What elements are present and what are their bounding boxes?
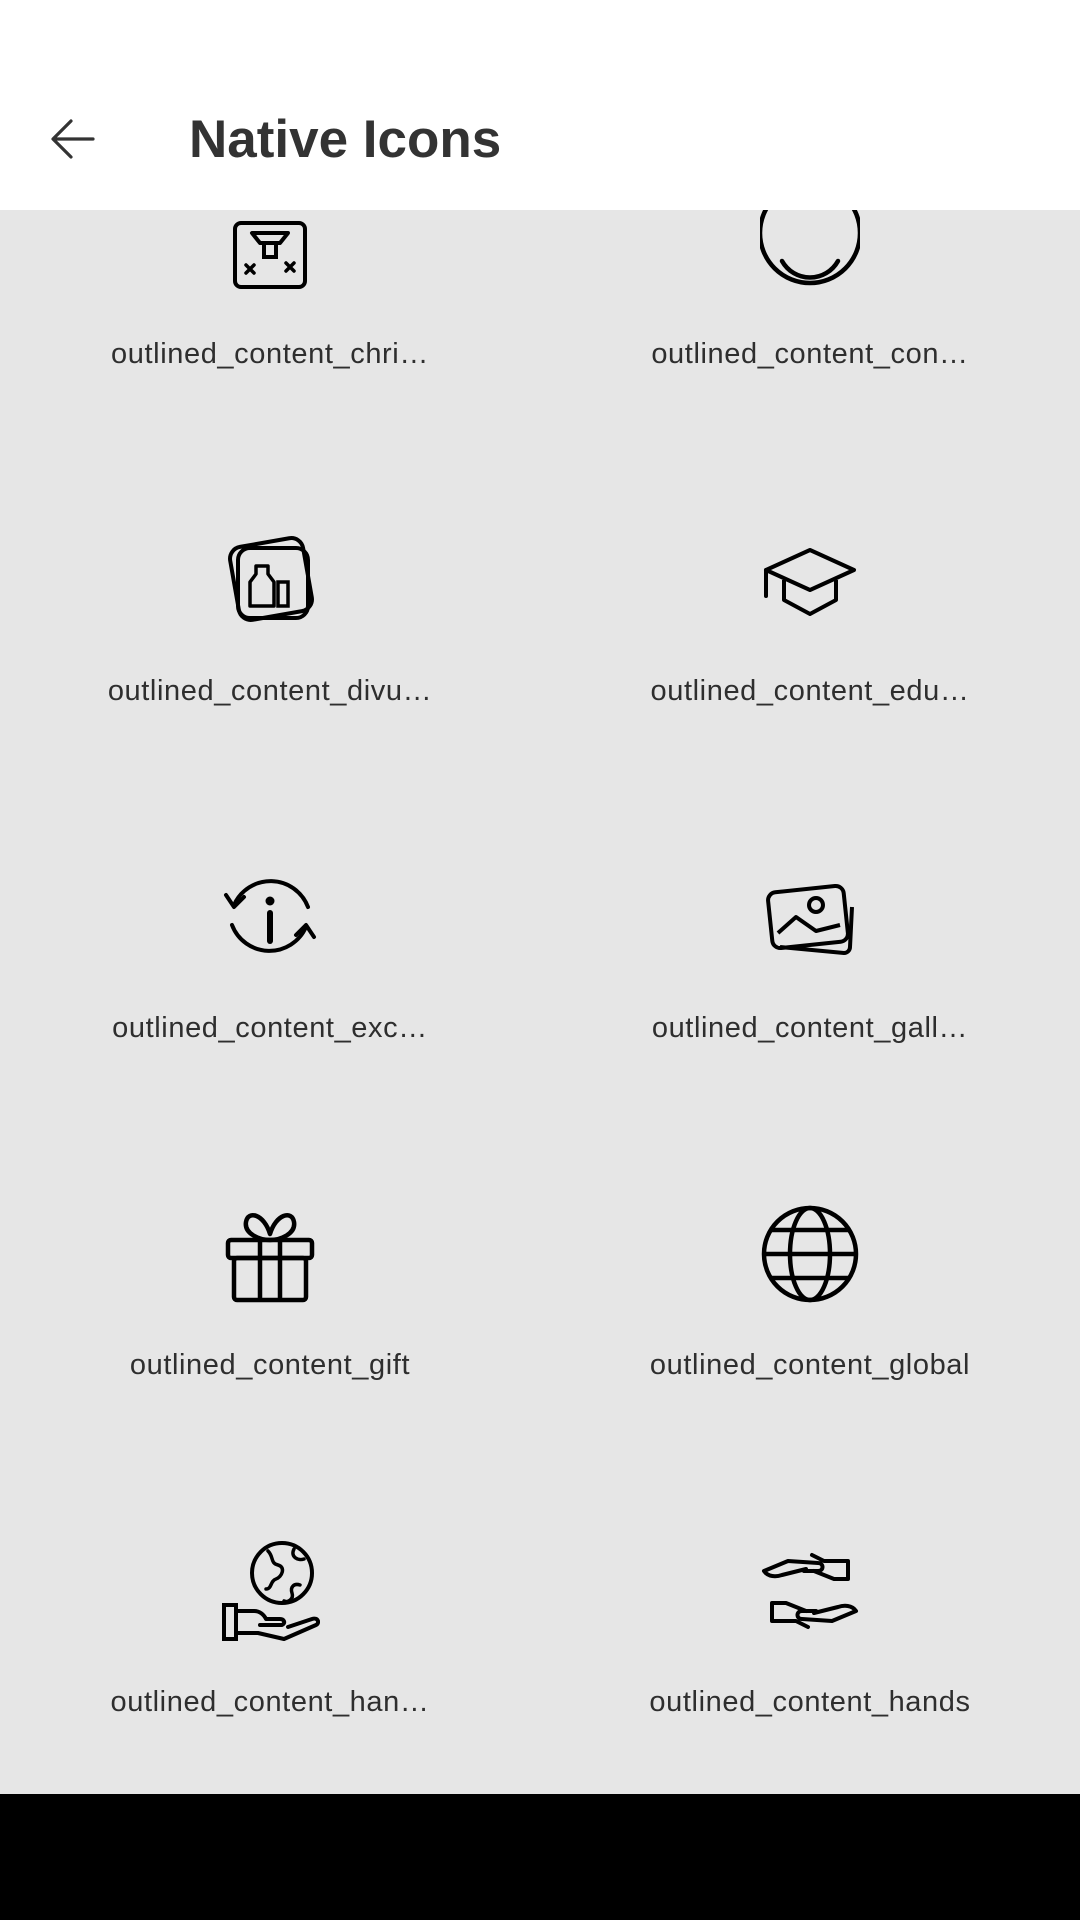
- system-navigation-bar: [0, 1794, 1080, 1920]
- icon-tile[interactable]: outlined_content_gall…: [540, 787, 1080, 1124]
- icon-label: outlined_content_global: [649, 1349, 971, 1381]
- icon-tile[interactable]: outlined_content_global: [540, 1124, 1080, 1461]
- icon-label: outlined_content_gall…: [651, 1012, 969, 1044]
- icon-label: outlined_content_chri…: [111, 338, 429, 370]
- icon-tile[interactable]: outlined_content_con…: [540, 210, 1080, 450]
- status-bar: [0, 0, 1080, 70]
- icon-tile[interactable]: outlined_content_exc…: [0, 787, 540, 1124]
- icon-label: outlined_content_han…: [110, 1686, 430, 1718]
- icon-label: outlined_content_edu…: [650, 675, 970, 707]
- divulgation-icon: [220, 530, 320, 630]
- icon-tile[interactable]: outlined_content_gift: [0, 1124, 540, 1461]
- christmas-icon: [220, 210, 320, 293]
- page-title: Native Icons: [189, 110, 502, 169]
- icon-label: outlined_content_exc…: [112, 1012, 428, 1044]
- content-circle-icon: [760, 210, 860, 293]
- icon-label: outlined_content_hands: [649, 1686, 971, 1718]
- hand-globe-icon: [220, 1541, 320, 1641]
- icon-tile[interactable]: outlined_content_han…: [0, 1461, 540, 1794]
- globe-icon: [760, 1204, 860, 1304]
- back-button[interactable]: [30, 106, 116, 172]
- icon-label: outlined_content_divu…: [107, 675, 433, 707]
- icon-tile[interactable]: outlined_content_chri…: [0, 210, 540, 450]
- app-bar: Native Icons: [0, 70, 1080, 210]
- icon-label: outlined_content_gift: [129, 1349, 411, 1381]
- gift-icon: [220, 1204, 320, 1304]
- icon-tile[interactable]: outlined_content_divu…: [0, 450, 540, 787]
- arrow-left-icon: [51, 119, 95, 159]
- graduation-cap-icon: [760, 530, 860, 630]
- icon-grid[interactable]: outlined_content_chri… outlined_content_…: [0, 210, 1080, 1794]
- icon-tile[interactable]: outlined_content_hands: [540, 1461, 1080, 1794]
- hands-icon: [760, 1541, 860, 1641]
- icon-label: outlined_content_con…: [651, 338, 969, 370]
- exchange-info-icon: [220, 867, 320, 967]
- icon-tile[interactable]: outlined_content_edu…: [540, 450, 1080, 787]
- gallery-icon: [760, 867, 860, 967]
